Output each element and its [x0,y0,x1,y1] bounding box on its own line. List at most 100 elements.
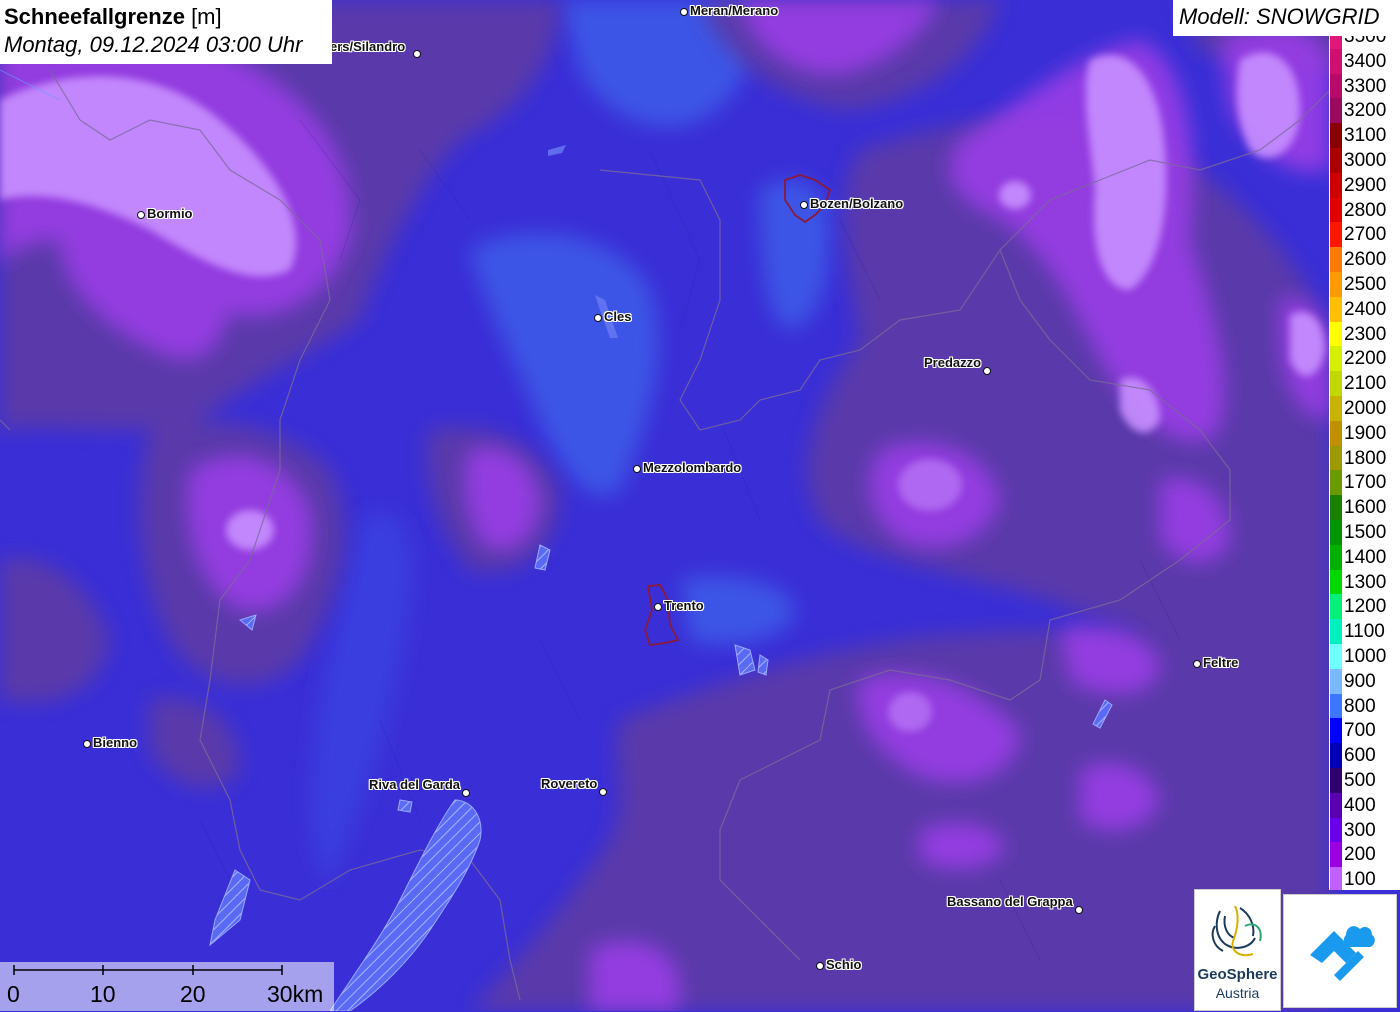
legend-item: 2800 [1329,197,1400,223]
legend-item: 3000 [1329,148,1400,173]
city-label: Feltre [1203,655,1239,670]
legend-label: 1900 [1344,422,1387,444]
legend-swatch [1330,197,1342,223]
legend-item: 100 [1329,867,1400,890]
geosphere-logo-line1: GeoSphere [1197,966,1278,983]
legend-swatch [1330,420,1342,446]
legend-label: 400 [1344,794,1376,816]
cloud-arrow-icon [1310,926,1375,981]
city-marker[interactable] [816,962,824,970]
city-marker[interactable] [680,8,688,16]
legend-swatch [1330,495,1342,520]
city-label: Schio [826,957,862,972]
legend-item: 2100 [1329,371,1400,396]
city-marker[interactable] [1075,906,1083,914]
legend-label: 2500 [1344,274,1387,295]
legend-label: 1300 [1344,571,1387,593]
legend-item: 1000 [1329,644,1400,669]
legend-swatch [1330,569,1342,595]
legend-item: 2700 [1329,222,1400,248]
map-title-panel: Schneefallgrenze [m] Montag, 09.12.2024 … [0,0,332,64]
legend-swatch [1330,36,1342,49]
city-label: Bozen/Bolzano [810,196,904,211]
city-marker[interactable] [654,603,662,611]
legend-swatch [1330,48,1342,74]
legend-item: 2300 [1329,321,1400,347]
legend-label: 1200 [1344,596,1387,618]
city-marker[interactable] [1193,660,1201,668]
legend-swatch [1330,594,1342,620]
legend-swatch [1330,222,1342,248]
legend-item: 1700 [1329,470,1400,496]
legend-item: 1600 [1329,495,1400,520]
legend-item: 1100 [1329,619,1400,644]
scale-label-30km: 30km [267,981,324,1007]
city-marker[interactable] [983,367,991,375]
legend-label: 1100 [1344,621,1385,643]
map-title: Schneefallgrenze [4,4,185,29]
model-label: Modell: SNOWGRID [1173,0,1400,36]
legend-swatch [1330,544,1342,570]
legend-item: 1500 [1329,520,1400,545]
city-marker[interactable] [599,788,607,796]
scale-label-0: 0 [7,981,20,1007]
legend-label: 3200 [1344,100,1387,122]
legend-swatch [1330,520,1342,545]
legend-swatch [1330,718,1342,744]
snow-cloud-app-logo[interactable] [1283,894,1397,1008]
city-label: Bienno [93,735,138,750]
legend-label: 1000 [1344,646,1387,667]
legend-label: 2100 [1344,373,1387,395]
legend-label: 3300 [1344,75,1387,97]
legend-item: 1900 [1329,420,1400,446]
legend-swatch [1330,842,1342,868]
legend-swatch [1330,743,1342,768]
scale-bar: 0 10 20 30km [0,962,334,1011]
map-title-unit: [m] [184,4,222,29]
city-marker[interactable] [83,740,91,748]
city-marker[interactable] [594,314,602,322]
legend-label: 2700 [1344,224,1387,246]
legend-swatch [1330,768,1342,793]
legend-item: 3300 [1329,73,1400,99]
city-marker[interactable] [633,465,641,473]
legend-item: 1200 [1329,594,1400,620]
legend-item: 3200 [1329,98,1400,124]
legend-item: 2200 [1329,346,1400,372]
color-legend: 3500 3400 3300 3200 3100 3000 2900 2800 2700 2600… [1329,36,1400,890]
legend-label: 2600 [1344,249,1387,271]
city-marker[interactable] [462,789,470,797]
legend-item: 2000 [1329,396,1400,421]
city-label: Bassano del Grappa [947,894,1073,909]
legend-swatch [1330,321,1342,347]
legend-label: 800 [1344,695,1376,717]
legend-swatch [1330,247,1342,272]
city-marker[interactable] [137,211,145,219]
legend-label: 100 [1344,869,1376,890]
legend-item: 400 [1329,792,1400,818]
legend-item: 700 [1329,718,1400,744]
city-label: Trento [664,598,704,613]
legend-swatch [1330,693,1342,719]
city-label: Mezzolombardo [643,460,742,475]
city-marker[interactable] [800,201,808,209]
legend-label: 1400 [1344,546,1387,568]
geosphere-austria-logo[interactable]: GeoSphere Austria [1194,889,1281,1011]
city-label: Cles [604,309,632,324]
geosphere-swirl-icon [1211,905,1262,957]
legend-item: 800 [1329,693,1400,719]
legend-label: 600 [1344,745,1376,767]
city-label: Rovereto [541,776,598,791]
legend-item: 3400 [1329,48,1400,74]
legend-item: 300 [1329,817,1400,843]
legend-item: 900 [1329,668,1400,694]
city-marker[interactable] [413,50,421,58]
legend-label: 1600 [1344,497,1387,519]
legend-swatch [1330,817,1342,843]
legend-label: 3500 [1344,36,1387,47]
snowfall-line-map[interactable] [0,0,1400,1011]
scale-label-20: 20 [180,981,206,1007]
legend-label: 2800 [1344,199,1387,221]
legend-label: 500 [1344,770,1376,791]
legend-swatch [1330,619,1342,644]
